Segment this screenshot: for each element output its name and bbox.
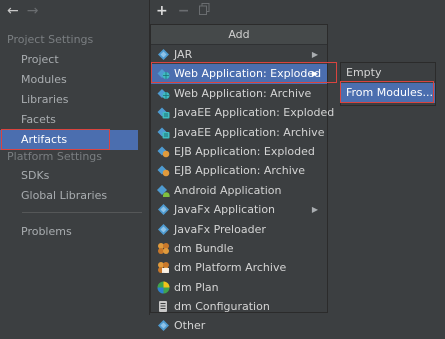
remove-button[interactable]: −	[178, 3, 190, 19]
back-arrow-icon[interactable]: ←	[7, 3, 19, 19]
android-icon	[157, 184, 170, 197]
menu-item-dm-configuration[interactable]: dm Configuration	[151, 297, 327, 316]
sidebar-item-problems[interactable]: Problems	[21, 225, 72, 238]
sidebar-item-artifacts[interactable]: Artifacts	[0, 130, 138, 150]
menu-item-label: Web Application: Exploded	[174, 67, 322, 81]
diamond-icon	[157, 203, 170, 216]
menu-item-javafx-preloader[interactable]: JavaFx Preloader	[151, 220, 327, 239]
menu-item-android-application[interactable]: Android Application	[151, 181, 327, 200]
menu-item-ejb-application-archive[interactable]: EJB Application: Archive	[151, 161, 327, 180]
menu-item-label: dm Bundle	[174, 241, 234, 255]
dm-configuration-icon	[157, 300, 170, 313]
diamond-icon	[157, 319, 170, 332]
menu-item-label: JAR	[174, 48, 193, 61]
javaee-icon	[157, 126, 170, 139]
menu-item-label: JavaFx Preloader	[174, 222, 266, 236]
menu-item-web-application-archive[interactable]: Web Application: Archive	[151, 84, 327, 103]
menu-item-label: JavaFx Application	[174, 203, 276, 217]
menu-item-label: Android Application	[174, 183, 282, 197]
menu-item-ejb-application-exploded[interactable]: EJB Application: Exploded	[151, 142, 327, 161]
menu-item-dm-plan[interactable]: dm Plan	[151, 278, 327, 297]
submenu-arrow-icon: ▶	[311, 205, 318, 215]
sidebar: ← → Project Settings Project Modules Lib…	[0, 0, 150, 315]
copy-icon	[199, 3, 210, 15]
sidebar-item-global-libraries[interactable]: Global Libraries	[21, 189, 107, 202]
menu-item-label: JavaEE Application: Archive	[174, 125, 325, 139]
web-app-icon	[157, 87, 170, 100]
web-exploded-submenu: Empty From Modules...	[340, 62, 436, 106]
menu-item-javafx-application[interactable]: JavaFx Application ▶	[151, 200, 327, 219]
add-button[interactable]: +	[156, 3, 168, 19]
menu-item-label: Web Application: Archive	[174, 86, 312, 100]
platform-settings-heading: Platform Settings	[7, 150, 103, 163]
menu-item-label: EJB Application: Archive	[174, 164, 306, 178]
menu-item-label: dm Platform Archive	[174, 261, 287, 275]
sidebar-item-libraries[interactable]: Libraries	[21, 93, 69, 106]
menu-item-javaee-application-archive[interactable]: JavaEE Application: Archive	[151, 123, 327, 142]
menu-item-label: Other	[174, 319, 206, 333]
sidebar-divider	[22, 212, 142, 213]
dm-bundle-icon	[157, 242, 170, 255]
menu-item-other[interactable]: Other	[151, 316, 327, 335]
sidebar-item-modules[interactable]: Modules	[21, 73, 67, 86]
copy-button[interactable]	[199, 3, 210, 19]
sidebar-item-facets[interactable]: Facets	[21, 113, 56, 126]
menu-item-dm-bundle[interactable]: dm Bundle	[151, 239, 327, 258]
ejb-icon	[157, 145, 170, 158]
toolbar: + −	[150, 0, 210, 22]
dm-platform-icon	[157, 261, 170, 274]
submenu-items: Empty From Modules...	[341, 63, 435, 103]
menu-items: JAR ▶ Web Application: Exploded ▶ Web Applic…	[151, 45, 334, 336]
project-settings-heading: Project Settings	[7, 33, 94, 46]
javaee-icon	[157, 106, 170, 119]
menu-item-web-application-exploded[interactable]: Web Application: Exploded ▶	[151, 64, 327, 84]
submenu-item-from-modules[interactable]: From Modules...	[341, 83, 435, 103]
sidebar-item-project[interactable]: Project	[21, 53, 59, 66]
ejb-icon	[157, 164, 170, 177]
add-menu: Add JAR ▶ Web Application: Exploded ▶ Web Ap…	[150, 24, 334, 332]
sidebar-item-sdks[interactable]: SDKs	[21, 169, 49, 182]
diamond-icon	[157, 223, 170, 236]
web-app-icon	[157, 67, 170, 80]
menu-item-label: EJB Application: Exploded	[174, 144, 315, 158]
menu-item-dm-platform-archive[interactable]: dm Platform Archive	[151, 258, 327, 277]
nav-arrows: ← →	[7, 3, 38, 19]
submenu-arrow-icon: ▶	[311, 50, 318, 59]
submenu-arrow-icon: ▶	[311, 69, 318, 79]
menu-item-javaee-application-exploded[interactable]: JavaEE Application: Exploded	[151, 103, 334, 122]
menu-item-label: dm Plan	[174, 280, 219, 294]
menu-item-label: JavaEE Application: Exploded	[174, 106, 335, 120]
menu-title: Add	[151, 25, 327, 45]
menu-item-jar[interactable]: JAR ▶	[151, 45, 327, 64]
dm-plan-icon	[157, 281, 170, 294]
menu-item-label: dm Configuration	[174, 300, 270, 314]
forward-arrow-icon[interactable]: →	[27, 3, 39, 19]
submenu-item-empty[interactable]: Empty	[341, 63, 435, 83]
diamond-icon	[157, 48, 170, 61]
